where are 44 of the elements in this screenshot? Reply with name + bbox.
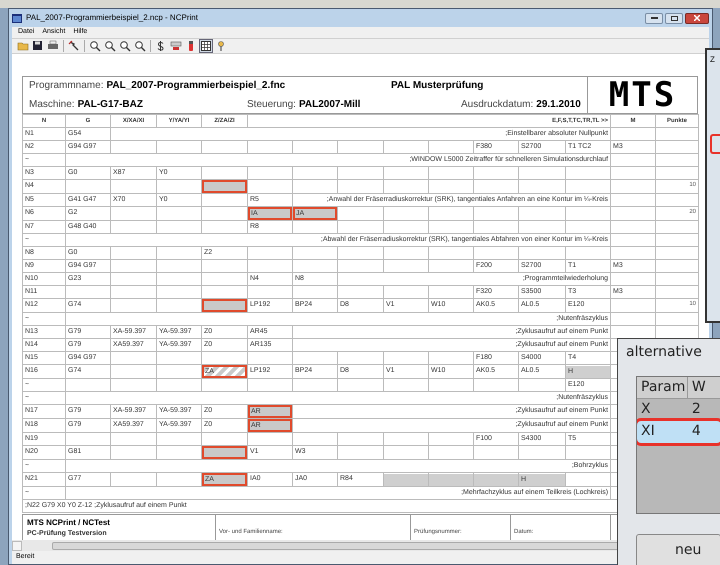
toolbar-button[interactable] <box>118 39 132 53</box>
field-label: Ausdruckdatum: <box>461 98 534 112</box>
dialog-title: Z <box>710 54 716 66</box>
wrench-icon <box>68 40 80 52</box>
exam-title: PAL Musterprüfung <box>391 79 484 93</box>
param-value: 2 <box>690 400 702 418</box>
toolbar-button[interactable] <box>199 39 213 53</box>
field-value: PAL-G17-BAZ <box>78 98 143 112</box>
toolbar-button[interactable] <box>88 39 102 53</box>
field-value: PAL_2007-Programmierbeispiel_2.fnc <box>106 79 286 93</box>
minimize-button[interactable] <box>645 12 663 24</box>
minimize-icon <box>650 17 658 19</box>
param-name: XI <box>640 422 656 441</box>
toolbar-button[interactable] <box>31 39 45 53</box>
magnifier-icon <box>89 40 101 52</box>
toolbar-button[interactable] <box>67 39 81 53</box>
magnifier-icon <box>104 40 116 52</box>
toolbar-button[interactable] <box>133 39 147 53</box>
param-name: X <box>640 400 652 418</box>
dialog-title: alternative <box>626 345 703 359</box>
field-label: Steuerung: <box>247 98 296 112</box>
close-icon <box>694 15 700 21</box>
close-button[interactable] <box>685 12 709 24</box>
magnifier-icon <box>134 40 146 52</box>
window-title: PAL_2007-Programmierbeispiel_2.ncp - NCPrint <box>26 12 198 24</box>
column-header: Param <box>637 377 688 399</box>
column-header: W <box>688 377 720 399</box>
maximize-button[interactable] <box>665 12 683 24</box>
field-label: Programmname: <box>29 79 104 93</box>
field-value: 29.1.2010 <box>536 98 581 112</box>
magnifier-icon <box>119 40 131 52</box>
grid-row[interactable]: XI 4 <box>637 421 720 443</box>
app-icon <box>12 14 22 22</box>
field-label: Maschine: <box>29 98 75 112</box>
grid-icon <box>200 40 212 52</box>
footer-title: MTS NCPrint / NCTest <box>27 517 111 529</box>
logo: MTS <box>608 78 676 112</box>
param-value: 4 <box>690 422 702 441</box>
highlight-outline <box>710 134 720 154</box>
new-button[interactable]: neu <box>636 534 720 565</box>
folder-icon <box>17 40 29 52</box>
toolbar-button[interactable] <box>103 39 117 53</box>
field-value: PAL2007-Mill <box>298 98 360 112</box>
maximize-icon <box>670 16 678 20</box>
